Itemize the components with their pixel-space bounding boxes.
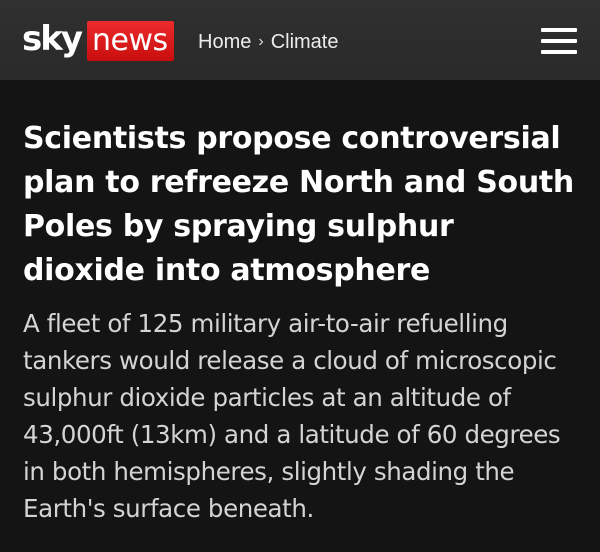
article: Scientists propose controversial plan to… [23,117,578,527]
hamburger-menu-icon[interactable] [541,28,577,54]
logo-news-badge: news [87,21,174,61]
article-standfirst: A fleet of 125 military air-to-air refue… [23,309,561,523]
breadcrumb-home-link[interactable]: Home [198,30,251,54]
logo-sky-text: sky [22,19,83,59]
menu-icon-bar-top [541,28,577,32]
top-navigation-bar: sky news Home › Climate [0,0,600,80]
breadcrumb-separator-icon: › [258,33,264,50]
breadcrumb: Home › Climate [198,30,338,54]
sky-news-logo[interactable]: sky news [22,19,174,62]
breadcrumb-climate-link[interactable]: Climate [271,30,339,54]
article-headline: Scientists propose controversial plan to… [23,121,574,288]
menu-icon-bar-bottom [541,50,577,54]
menu-icon-bar-middle [541,39,577,43]
